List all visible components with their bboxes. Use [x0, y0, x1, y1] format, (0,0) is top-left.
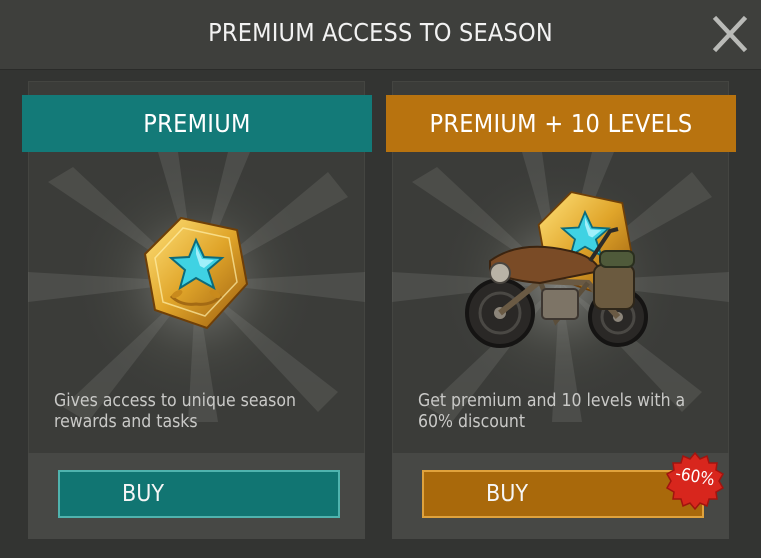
discount-badge: -60%	[665, 451, 725, 511]
premium-levels-title: PREMIUM + 10 LEVELS	[386, 95, 736, 152]
premium-description: Gives access to unique season rewards an…	[54, 391, 296, 432]
premium-levels-description: Get premium and 10 levels with a 60% dis…	[418, 391, 686, 432]
premium-buy-button[interactable]: BUY	[58, 470, 340, 518]
premium-title: PREMIUM	[22, 95, 372, 152]
dialog-title: PREMIUM ACCESS TO SEASON	[208, 18, 553, 47]
premium-card: PREMIUM Gives access to unique season re…	[22, 81, 372, 539]
premium-access-dialog: PREMIUM ACCESS TO SEASON PREMIUM Gives a…	[0, 0, 761, 558]
star-badge-icon	[143, 216, 249, 330]
dialog-header: PREMIUM ACCESS TO SEASON	[0, 0, 761, 70]
close-icon	[712, 15, 748, 53]
premium-footer: BUY	[28, 453, 365, 539]
motorcycle-icon	[465, 227, 648, 348]
close-button[interactable]	[706, 14, 754, 56]
premium-levels-buy-button[interactable]: BUY	[422, 470, 704, 518]
